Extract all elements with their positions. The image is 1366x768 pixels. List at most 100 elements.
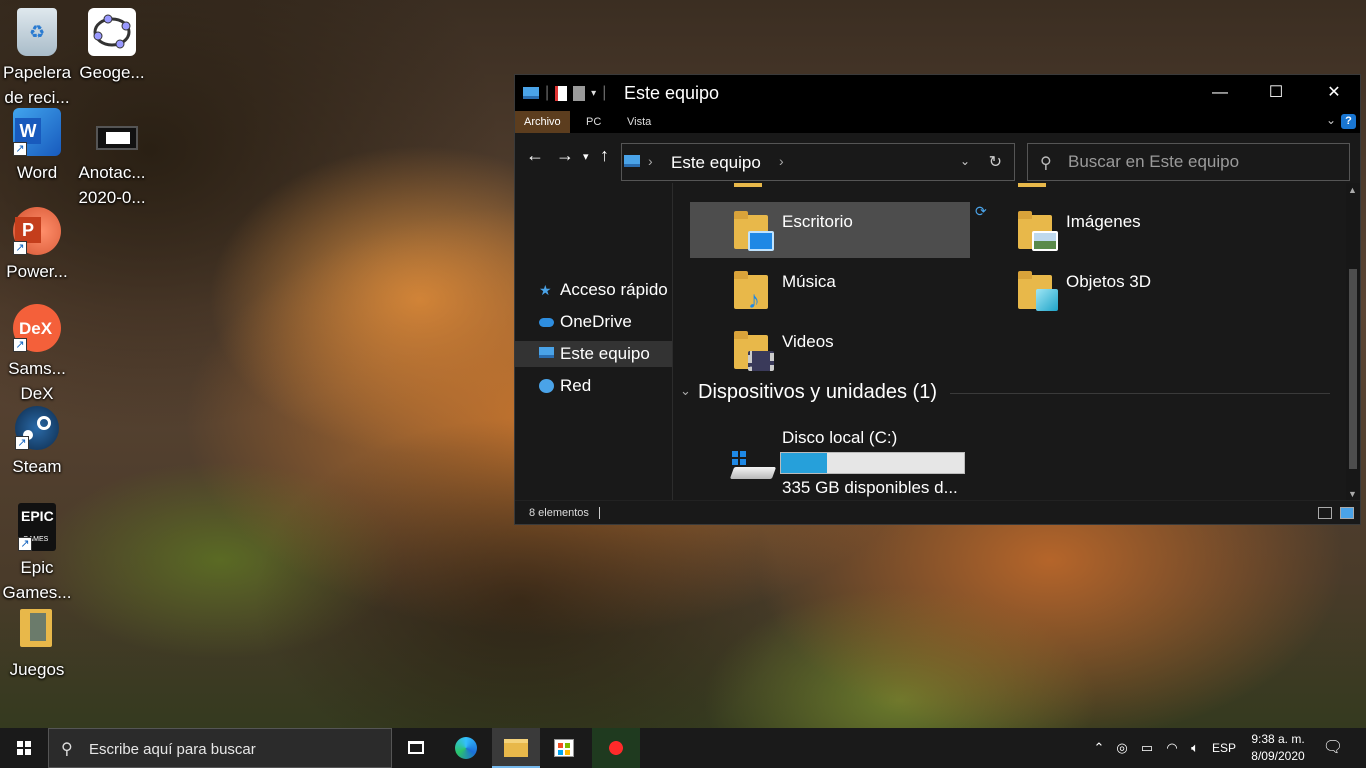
folder-item-musica[interactable]: ♪ Música: [690, 262, 970, 318]
battery-icon[interactable]: ▭: [1136, 728, 1158, 768]
taskbar-search[interactable]: ⚲ Escribe aquí para buscar: [48, 728, 392, 768]
desktop-icon-epic-games[interactable]: EPIC GAMES ↗ Epic Games...: [0, 503, 74, 605]
navigation-pane: ★ Acceso rápido OneDrive Este equipo Red: [515, 183, 673, 501]
folder-name: Imágenes: [1066, 212, 1141, 231]
details-view-icon[interactable]: [1318, 507, 1332, 519]
drive-item-c[interactable]: Disco local (C:) 335 GB disponibles d...: [726, 425, 1026, 497]
recycle-bin-icon: ♻: [17, 8, 57, 56]
navigation-bar: ← → ▾ ↑ › Este equipo › ⌄ ↻ ⚲: [515, 133, 1360, 183]
desktop-icon-steam[interactable]: ↗ Steam: [0, 406, 74, 479]
nav-item-este-equipo[interactable]: Este equipo: [515, 341, 672, 367]
volume-icon[interactable]: 🔈︎: [1184, 728, 1206, 768]
wifi-icon[interactable]: ◠: [1162, 728, 1182, 768]
breadcrumb-este-equipo[interactable]: Este equipo: [671, 153, 761, 173]
folder-name: Música: [782, 272, 836, 291]
back-button[interactable]: ←: [526, 145, 544, 166]
taskbar-app-game[interactable]: [592, 728, 640, 768]
nav-item-onedrive[interactable]: OneDrive: [515, 309, 672, 335]
taskbar-app-file-explorer[interactable]: [492, 728, 540, 768]
samsung-dex-icon: DeX ↗: [13, 304, 61, 352]
file-explorer-window[interactable]: | ▾ | Este equipo — ☐ ✕ Archivo PC Vista…: [514, 74, 1361, 525]
epic-games-icon: EPIC GAMES ↗: [18, 503, 56, 551]
nav-item-acceso-rapido[interactable]: ★ Acceso rápido: [515, 277, 672, 303]
maximize-button[interactable]: ☐: [1247, 75, 1305, 111]
forward-button[interactable]: →: [556, 145, 574, 166]
refresh-icon[interactable]: ↻: [989, 152, 1002, 172]
taskbar-app-edge[interactable]: [442, 728, 490, 768]
status-bar: 8 elementos: [515, 500, 1360, 524]
nav-item-label: Acceso rápido: [560, 280, 668, 299]
notification-center-button[interactable]: 🗨︎: [1318, 728, 1348, 768]
search-box[interactable]: ⚲: [1027, 143, 1350, 181]
properties-icon[interactable]: [555, 85, 568, 101]
desktop-icon-label: Geoge...: [79, 63, 145, 82]
nav-item-label: OneDrive: [560, 312, 632, 331]
address-dropdown-icon[interactable]: ⌄: [960, 154, 970, 168]
nav-item-red[interactable]: Red: [515, 373, 672, 399]
vertical-scrollbar[interactable]: ▲ ▼: [1346, 183, 1360, 501]
recent-locations-icon[interactable]: ▾: [583, 150, 589, 163]
language-indicator[interactable]: ESP: [1208, 728, 1240, 768]
desktop-folder-icon: [734, 211, 774, 251]
taskbar-app-store[interactable]: [540, 728, 588, 768]
devices-group-header[interactable]: ⌄ Dispositivos y unidades (1): [680, 381, 1332, 407]
clock-date: 8/09/2020: [1251, 749, 1305, 763]
desktop-icon-powerpoint[interactable]: P ↗ Power...: [0, 207, 74, 284]
breadcrumb-chevron-icon[interactable]: ›: [779, 153, 784, 169]
up-button[interactable]: ↑: [600, 145, 609, 166]
clock[interactable]: 9:38 a. m. 8/09/2020: [1244, 731, 1312, 765]
desktop-icon-recycle-bin[interactable]: ♻ Papelera de reci...: [0, 8, 74, 110]
desktop-icon-juegos[interactable]: Juegos: [0, 605, 74, 682]
word-icon: W ↗: [13, 108, 61, 156]
minimize-button[interactable]: —: [1191, 75, 1249, 111]
shortcut-arrow-icon: ↗: [13, 241, 27, 255]
desktop-icon-word[interactable]: W ↗ Word: [0, 108, 74, 185]
windows-icon: [17, 741, 31, 755]
group-label: Dispositivos y unidades (1): [698, 381, 937, 403]
quick-access-toolbar: | ▾ |: [523, 84, 606, 102]
taskbar-search-placeholder: Escribe aquí para buscar: [89, 741, 256, 758]
folder-icon: [734, 183, 762, 187]
title-bar[interactable]: | ▾ | Este equipo — ☐ ✕: [515, 75, 1360, 111]
address-bar[interactable]: › Este equipo › ⌄ ↻: [621, 143, 1015, 181]
desktop-icon-samsung-dex[interactable]: DeX ↗ Sams... DeX: [0, 304, 74, 406]
folder-item-videos[interactable]: Videos: [690, 322, 970, 378]
customize-toolbar-icon[interactable]: ▾: [591, 88, 596, 99]
start-button[interactable]: [0, 728, 48, 768]
content-pane: Escritorio ⟳ Imágenes ♪ Música Objetos 3…: [674, 183, 1348, 501]
show-hidden-icons-button[interactable]: ⌃: [1090, 728, 1108, 768]
shortcut-arrow-icon: ↗: [15, 436, 29, 450]
tab-pc[interactable]: PC: [577, 111, 610, 133]
large-icons-view-icon[interactable]: [1340, 507, 1354, 519]
drive-free-space: 335 GB disponibles d...: [782, 478, 958, 497]
explorer-icon[interactable]: [523, 87, 539, 99]
collapse-chevron-icon[interactable]: ⌄: [680, 383, 691, 399]
shortcut-arrow-icon: ↗: [18, 537, 32, 551]
breadcrumb-chevron-icon[interactable]: ›: [648, 153, 653, 169]
desktop-icon-geogebra[interactable]: Geoge...: [75, 8, 149, 85]
hard-drive-icon: [729, 451, 777, 479]
scrollbar-thumb[interactable]: [1349, 269, 1357, 469]
window-title: Este equipo: [624, 83, 720, 103]
expand-ribbon-icon[interactable]: ⌄: [1326, 113, 1336, 127]
folder-icon: [20, 605, 54, 653]
computer-icon: [539, 347, 554, 358]
new-folder-icon[interactable]: [573, 85, 586, 101]
scroll-up-icon[interactable]: ▲: [1348, 185, 1357, 195]
folder-item-imagenes[interactable]: Imágenes: [974, 202, 1254, 258]
network-status-icon[interactable]: ◎: [1112, 728, 1132, 768]
help-icon[interactable]: ?: [1341, 114, 1356, 129]
tab-vista[interactable]: Vista: [618, 111, 660, 133]
folder-item-escritorio[interactable]: Escritorio: [690, 202, 970, 258]
tab-archivo[interactable]: Archivo: [515, 111, 570, 133]
close-button[interactable]: ✕: [1305, 75, 1363, 111]
task-view-button[interactable]: [392, 728, 440, 768]
task-view-icon: [408, 741, 424, 754]
powerpoint-icon: P ↗: [13, 207, 61, 255]
folder-item-objetos-3d[interactable]: Objetos 3D: [974, 262, 1254, 318]
folder-icon: [1018, 183, 1046, 187]
desktop-icon-label: Juegos: [9, 660, 65, 679]
desktop-icon-screenshot[interactable]: Anotac... 2020-0...: [75, 108, 149, 210]
scroll-down-icon[interactable]: ▼: [1348, 489, 1357, 499]
search-input[interactable]: [1068, 151, 1338, 173]
